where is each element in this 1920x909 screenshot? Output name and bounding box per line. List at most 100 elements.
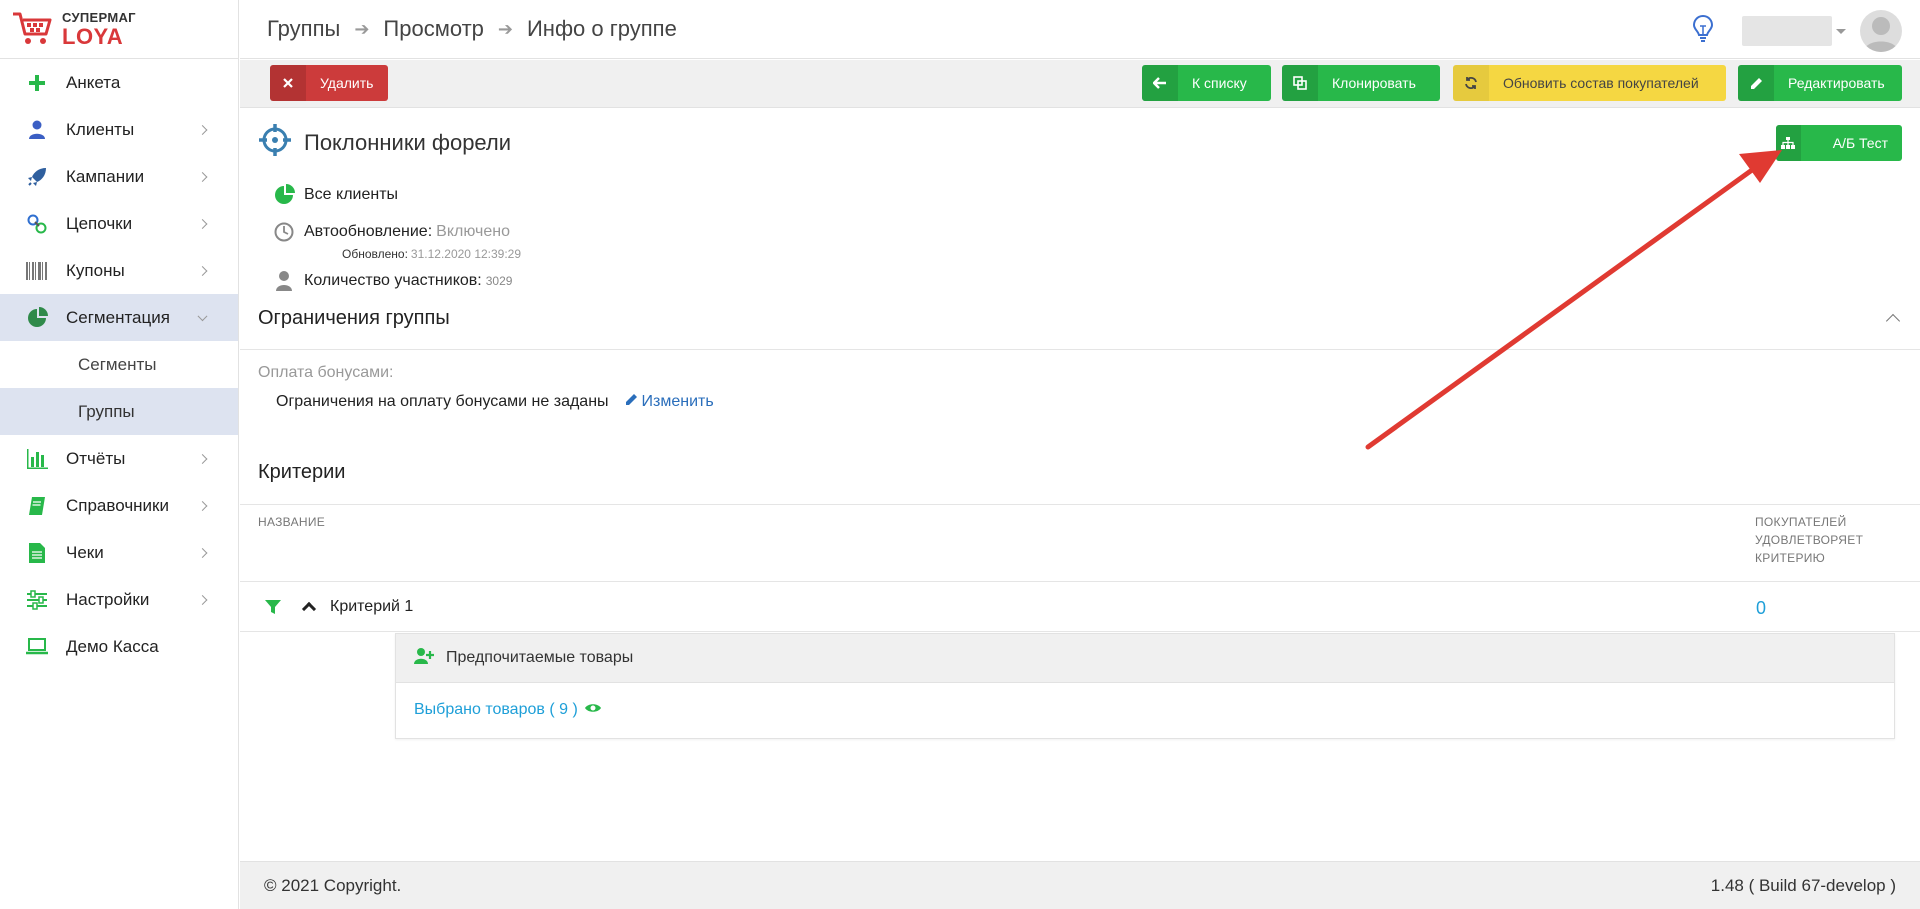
brand-line1: СУПЕРМАГ xyxy=(62,9,136,25)
cart-logo-icon xyxy=(10,8,56,50)
criterion-count[interactable]: 0 xyxy=(1756,598,1766,619)
ab-test-label: А/Б Тест xyxy=(1832,135,1888,151)
breadcrumb-item-groups[interactable]: Группы xyxy=(267,16,340,42)
autoupdate-row: Автообновление: Включено xyxy=(272,220,510,244)
to-list-label: К списку xyxy=(1192,75,1247,91)
chevron-up-icon[interactable] xyxy=(301,601,317,617)
sitemap-icon xyxy=(1776,125,1801,161)
members-value: 3029 xyxy=(485,274,513,288)
user-name-blurred[interactable] xyxy=(1742,16,1832,46)
clone-button[interactable]: Клонировать xyxy=(1282,65,1440,101)
chevron-up-icon[interactable] xyxy=(1885,313,1901,329)
sidebar-item-label: Группы xyxy=(78,401,135,421)
to-list-button[interactable]: К списку xyxy=(1142,65,1271,101)
sidebar-item-demo-kassa[interactable]: Демо Касса xyxy=(0,623,238,670)
main-content: Поклонники форели А/Б Тест Все клиенты А… xyxy=(240,109,1920,861)
bonus-label: Оплата бонусами: xyxy=(258,364,394,381)
sidebar-item-segments[interactable]: Сегменты xyxy=(0,341,238,388)
autoupdate-label: Автообновление: xyxy=(304,223,433,240)
change-link[interactable]: Изменить xyxy=(625,393,714,411)
clone-label: Клонировать xyxy=(1332,75,1416,91)
chevron-right-icon xyxy=(197,594,208,605)
brand-line2: LOYA xyxy=(62,23,124,49)
table-row[interactable]: Критерий 1 0 xyxy=(240,583,1920,632)
filter-icon[interactable] xyxy=(265,599,281,620)
sidebar-item-clients[interactable]: Клиенты xyxy=(0,106,238,153)
laptop-icon xyxy=(24,634,50,660)
top-bar: Группы ➔ Просмотр ➔ Инфо о группе xyxy=(240,0,1920,59)
sidebar-item-anketa[interactable]: Анкета xyxy=(0,59,238,106)
chain-icon xyxy=(24,211,50,237)
sidebar-item-directories[interactable]: Справочники xyxy=(0,482,238,529)
edit-label: Редактировать xyxy=(1788,75,1885,91)
chevron-right-icon xyxy=(197,124,208,135)
sliders-icon xyxy=(24,587,50,613)
members-label: Количество участников: xyxy=(304,272,482,289)
user-plus-icon xyxy=(414,647,434,669)
version: 1.48 ( Build 67-develop ) xyxy=(1710,876,1896,895)
sidebar-item-groups[interactable]: Группы xyxy=(0,388,238,435)
selected-products-link[interactable]: Выбрано товаров ( 9 ) xyxy=(414,701,602,719)
sidebar-item-label: Демо Касса xyxy=(66,636,159,656)
plus-icon xyxy=(24,70,50,96)
sidebar-item-label: Сегментация xyxy=(66,307,170,327)
sidebar-item-campaigns[interactable]: Кампании xyxy=(0,153,238,200)
chevron-down-icon xyxy=(197,310,208,321)
criteria-title: Критерии xyxy=(258,461,346,483)
sidebar-item-label: Кампании xyxy=(66,166,145,186)
sidebar-item-reports[interactable]: Отчёты xyxy=(0,435,238,482)
chevron-right-icon xyxy=(197,453,208,464)
sidebar-item-label: Анкета xyxy=(66,72,121,92)
all-clients-label: Все клиенты xyxy=(304,186,399,203)
copy-icon xyxy=(1282,65,1318,101)
sidebar-item-receipts[interactable]: Чеки xyxy=(0,529,238,576)
breadcrumb-item-view[interactable]: Просмотр xyxy=(383,16,483,42)
group-name: Поклонники форели xyxy=(304,130,512,155)
card-body: Выбрано товаров ( 9 ) xyxy=(396,683,1894,737)
pie-icon xyxy=(272,183,296,207)
all-clients-row: Все клиенты xyxy=(272,183,398,207)
book-icon xyxy=(24,493,50,519)
avatar[interactable] xyxy=(1860,10,1902,52)
sidebar-item-label: Купоны xyxy=(66,260,125,280)
eye-icon[interactable] xyxy=(584,701,602,719)
refresh-label: Обновить состав покупателей xyxy=(1503,75,1699,91)
receipt-icon xyxy=(24,540,50,566)
card-header: Предпочитаемые товары xyxy=(396,634,1894,683)
sidebar-item-label: Сегменты xyxy=(78,354,157,374)
pencil-icon xyxy=(625,393,638,411)
bonus-text: Ограничения на оплату бонусами не заданы xyxy=(276,393,609,410)
group-title: Поклонники форели xyxy=(258,123,511,163)
bonus-row: Ограничения на оплату бонусами не заданы… xyxy=(276,393,714,411)
sidebar-item-label: Чеки xyxy=(66,542,104,562)
brand-logo[interactable]: СУПЕРМАГ LOYA xyxy=(0,0,238,59)
refresh-customers-button[interactable]: Обновить состав покупателей xyxy=(1453,65,1726,101)
arrow-right-icon: ➔ xyxy=(497,18,513,39)
sidebar-item-chains[interactable]: Цепочки xyxy=(0,200,238,247)
delete-button[interactable]: Удалить xyxy=(270,65,388,101)
chevron-right-icon xyxy=(197,500,208,511)
sidebar-item-coupons[interactable]: Купоны xyxy=(0,247,238,294)
pencil-icon xyxy=(1738,65,1774,101)
arrow-right-icon: ➔ xyxy=(354,18,370,39)
barcode-icon xyxy=(24,258,50,284)
sidebar-item-segmentation[interactable]: Сегментация xyxy=(0,294,238,341)
copyright: © 2021 Copyright. xyxy=(264,876,402,895)
lightbulb-icon[interactable] xyxy=(1692,14,1714,49)
change-label: Изменить xyxy=(641,393,714,410)
updated-label: Обновлено: xyxy=(342,247,408,261)
criterion-card: Предпочитаемые товары Выбрано товаров ( … xyxy=(395,633,1895,739)
criteria-table-header: НАЗВАНИЕ ПОКУПАТЕЛЕЙ УДОВЛЕТВОРЯЕТ КРИТЕ… xyxy=(240,504,1920,582)
limits-title: Ограничения группы xyxy=(258,307,450,329)
edit-button[interactable]: Редактировать xyxy=(1738,65,1902,101)
ab-test-button[interactable]: А/Б Тест xyxy=(1776,125,1902,161)
sidebar-item-settings[interactable]: Настройки xyxy=(0,576,238,623)
chevron-down-icon[interactable] xyxy=(1836,28,1846,34)
arrow-left-icon xyxy=(1142,65,1178,101)
col-count-header: ПОКУПАТЕЛЕЙ УДОВЛЕТВОРЯЕТ КРИТЕРИЮ xyxy=(1755,513,1863,567)
updated-row: Обновлено: 31.12.2020 12:39:29 xyxy=(342,247,521,261)
user-icon xyxy=(272,269,296,293)
breadcrumb-item-current: Инфо о группе xyxy=(526,16,677,41)
criterion-name: Критерий 1 xyxy=(330,598,414,615)
col-count-header-line: ПОКУПАТЕЛЕЙ xyxy=(1755,515,1847,529)
